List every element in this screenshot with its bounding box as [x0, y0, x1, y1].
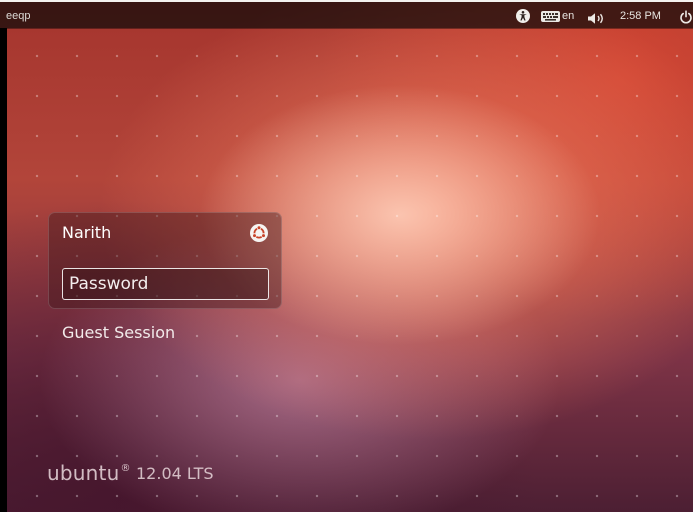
volume-icon[interactable] — [587, 10, 607, 24]
login-screen: eeqp en 2:58 PM Narith Guest Session ubu… — [0, 0, 693, 512]
password-input[interactable] — [62, 268, 269, 300]
registered-mark: ® — [120, 463, 131, 474]
keyboard-icon[interactable] — [541, 11, 560, 22]
session-icon[interactable] — [250, 224, 268, 242]
username-label[interactable]: Narith — [62, 223, 111, 242]
ubuntu-logo-text: ubuntu — [47, 461, 120, 485]
accessibility-icon[interactable] — [516, 9, 530, 23]
clock-label[interactable]: 2:58 PM — [620, 10, 661, 22]
ubuntu-version-label: 12.04 LTS — [136, 464, 214, 483]
hostname-label: eeqp — [6, 10, 31, 22]
keyboard-layout-label[interactable]: en — [562, 10, 574, 22]
guest-session-button[interactable]: Guest Session — [62, 323, 175, 342]
top-panel-highlight — [0, 0, 693, 2]
screen-left-border — [0, 28, 7, 512]
top-panel: eeqp en 2:58 PM — [0, 0, 693, 28]
power-icon[interactable] — [679, 9, 693, 24]
ubuntu-logo: ubuntu® — [47, 461, 131, 485]
